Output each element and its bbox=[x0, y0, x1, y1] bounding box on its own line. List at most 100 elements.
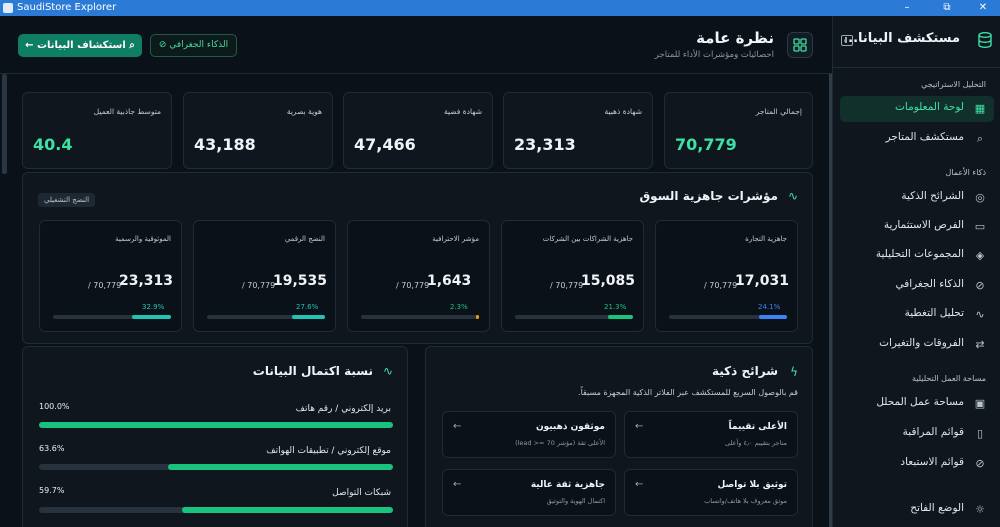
arrow-left-icon: ← bbox=[25, 40, 34, 51]
bookmark-icon: ▯ bbox=[976, 427, 984, 440]
progress-fill bbox=[292, 315, 325, 319]
sidebar-item-label: تحليل التغطية bbox=[904, 307, 964, 319]
light-mode-toggle[interactable]: ☼ الوضع الفاتح bbox=[840, 497, 994, 523]
sidebar-item-watchlists[interactable]: ▯ قوائم المراقبة bbox=[840, 421, 994, 447]
arrow-left-icon: ← bbox=[453, 479, 462, 490]
sidebar-item-store-explorer[interactable]: ⌕ مستكشف المتاجر bbox=[840, 126, 994, 152]
progress-bar bbox=[207, 315, 325, 319]
search-icon: ⌕ bbox=[976, 132, 984, 145]
readiness-label: جاهزية الشراكات بين الشركات bbox=[542, 235, 633, 243]
readiness-total: / 70,779 bbox=[550, 281, 584, 290]
readiness-card: مؤشر الاحترافية 1,643 / 70,779 2.3% bbox=[347, 220, 490, 332]
sidebar-item-smart-segments[interactable]: ◎ الشرائح الذكية bbox=[840, 185, 994, 211]
minimize-button[interactable]: – bbox=[890, 0, 924, 16]
segment-card-verified-no-contact[interactable]: توثيق بلا تواصل موثق معروف بلا هاتف/واتس… bbox=[624, 469, 798, 516]
sidebar-item-label: الشرائح الذكية bbox=[901, 190, 964, 202]
close-button[interactable]: ✕ bbox=[966, 0, 1000, 16]
sidebar-item-groups[interactable]: ◈ المجموعات التحليلية bbox=[840, 243, 994, 269]
sidebar-item-label: الفرص الاستثمارية bbox=[883, 219, 964, 231]
segment-subtitle: موثق معروف بلا هاتف/واتساب bbox=[704, 497, 787, 505]
stat-value: 40.4 bbox=[33, 135, 73, 154]
database-icon bbox=[978, 32, 992, 48]
progress-bar bbox=[53, 315, 171, 319]
segment-title: الأعلى تقييماً bbox=[728, 422, 787, 432]
completeness-label: موقع إلكتروني / تطبيقات الهواتف bbox=[266, 446, 391, 456]
segment-card-top-rated[interactable]: الأعلى تقييماً متاجر بتقييم ٤٫٠ وأعلى ← bbox=[624, 411, 798, 458]
maximize-button[interactable]: ⧉ bbox=[930, 0, 964, 16]
readiness-total: / 70,779 bbox=[88, 281, 122, 290]
sidebar-section-label: ذكاء الأعمال bbox=[945, 168, 986, 177]
stat-card-visual-identity: هوية بصرية 43,188 bbox=[183, 92, 333, 169]
readiness-value: 15,085 bbox=[581, 273, 636, 289]
status-badge: النضج التشغيلي bbox=[38, 193, 96, 207]
sidebar-item-coverage[interactable]: ∿ تحليل التغطية bbox=[840, 302, 994, 328]
readiness-card: جاهزية الشراكات بين الشركات 15,085 / 70,… bbox=[501, 220, 644, 332]
progress-fill bbox=[476, 315, 479, 319]
stat-card-total-stores: إجمالي المتاجر 70,779 bbox=[664, 92, 813, 169]
panel-title: شرائح ذكية bbox=[711, 364, 778, 378]
compass-icon: ⊘ bbox=[158, 40, 167, 50]
ban-icon: ⊘ bbox=[975, 457, 985, 470]
grid-icon bbox=[787, 32, 813, 58]
arrow-left-icon: ← bbox=[453, 421, 462, 432]
panel-title: نسبة اكتمال البيانات bbox=[252, 364, 373, 378]
readiness-total: / 70,779 bbox=[704, 281, 738, 290]
sidebar-item-changes[interactable]: ⇄ الفروقات والتغيرات bbox=[840, 332, 994, 358]
progress-bar bbox=[515, 315, 633, 319]
sidebar-item-label: مستكشف المتاجر bbox=[885, 131, 964, 143]
segment-card-high-trust[interactable]: جاهزية ثقة عالية اكتمال الهوية والتوثيق … bbox=[442, 469, 616, 516]
explore-data-button[interactable]: ⌕ استكشاف البيانات ← bbox=[18, 34, 142, 57]
sidebar-title: مستكشف البيانا... bbox=[843, 31, 960, 46]
sun-icon: ☼ bbox=[975, 503, 985, 516]
arrow-left-icon: ← bbox=[635, 421, 644, 432]
arrow-left-icon: ← bbox=[635, 479, 644, 490]
progress-fill bbox=[167, 464, 393, 470]
swap-icon: ⇄ bbox=[975, 338, 985, 351]
sidebar-item-dashboard[interactable]: ▦ لوحة المعلومات bbox=[840, 96, 994, 122]
sidebar-item-label: لوحة المعلومات bbox=[895, 101, 964, 113]
segments-description: قم بالوصول السريع للمستكشف عبر الفلاتر ا… bbox=[578, 388, 798, 397]
stat-label: شهادة ذهبية bbox=[604, 107, 642, 116]
sidebar-item-label: الذكاء الجغرافي bbox=[895, 278, 964, 290]
geo-intelligence-button[interactable]: الذكاء الجغرافي ⊘ bbox=[150, 34, 237, 57]
sidebar-item-geo[interactable]: ⊘ الذكاء الجغرافي bbox=[840, 273, 994, 299]
stat-label: متوسط جاذبية العميل bbox=[93, 107, 161, 116]
completeness-label: شبكات التواصل bbox=[332, 488, 391, 498]
stat-label: شهادة فضية bbox=[443, 107, 482, 116]
stat-card-gold-certificate: شهادة ذهبية 23,313 bbox=[503, 92, 653, 169]
stat-card-silver-certificate: شهادة فضية 47,466 bbox=[343, 92, 493, 169]
briefcase-icon: ▭ bbox=[974, 220, 986, 233]
pulse-icon: ∿ bbox=[787, 189, 798, 203]
progress-bar bbox=[39, 464, 393, 470]
readiness-total: / 70,779 bbox=[242, 281, 276, 290]
progress-bar bbox=[361, 315, 479, 319]
segment-card-gold-verified[interactable]: موثقون ذهبيون الأعلى ثقة (مؤشر 70 =< lea… bbox=[442, 411, 616, 458]
segment-subtitle: الأعلى ثقة (مؤشر 70 =< lead) bbox=[515, 439, 605, 447]
page-header: نظرة عامة احصائيات ومؤشرات الأداء للمتاج… bbox=[0, 16, 832, 74]
geo-button-label: الذكاء الجغرافي bbox=[169, 40, 229, 50]
main-scrollbar[interactable] bbox=[829, 74, 832, 527]
progress-fill bbox=[758, 315, 787, 319]
segment-subtitle: اكتمال الهوية والتوثيق bbox=[546, 497, 605, 505]
sidebar-item-investment[interactable]: ▭ الفرص الاستثمارية bbox=[840, 214, 994, 240]
completeness-percent: 63.6% bbox=[39, 444, 65, 453]
readiness-percent: 27.6% bbox=[296, 303, 319, 311]
sidebar-collapse-icon[interactable] bbox=[841, 35, 853, 46]
readiness-label: جاهزية التجارة bbox=[745, 235, 787, 243]
sidebar-item-analyst-workspace[interactable]: ▣ مساحة عمل المحلل bbox=[840, 391, 994, 417]
sidebar-item-exclusions[interactable]: ⊘ قوائم الاستبعاد bbox=[840, 451, 994, 477]
left-scrollbar[interactable] bbox=[2, 74, 7, 174]
segment-title: موثقون ذهبيون bbox=[535, 422, 605, 432]
sidebar-section-label: مساحة العمل التحليلية bbox=[911, 374, 986, 383]
panel-title: مؤشرات جاهزية السوق bbox=[639, 189, 778, 203]
sidebar-item-label: قوائم الاستبعاد bbox=[900, 456, 964, 468]
readiness-value: 19,535 bbox=[273, 273, 328, 289]
progress-fill bbox=[607, 315, 633, 319]
pulse-icon: ∿ bbox=[382, 364, 393, 378]
segment-title: توثيق بلا تواصل bbox=[717, 480, 787, 490]
progress-bar bbox=[39, 507, 393, 513]
readiness-value: 23,313 bbox=[119, 273, 174, 289]
lightning-icon: ϟ bbox=[790, 365, 798, 379]
readiness-percent: 24.1% bbox=[758, 303, 781, 311]
pulse-icon: ∿ bbox=[975, 308, 985, 321]
